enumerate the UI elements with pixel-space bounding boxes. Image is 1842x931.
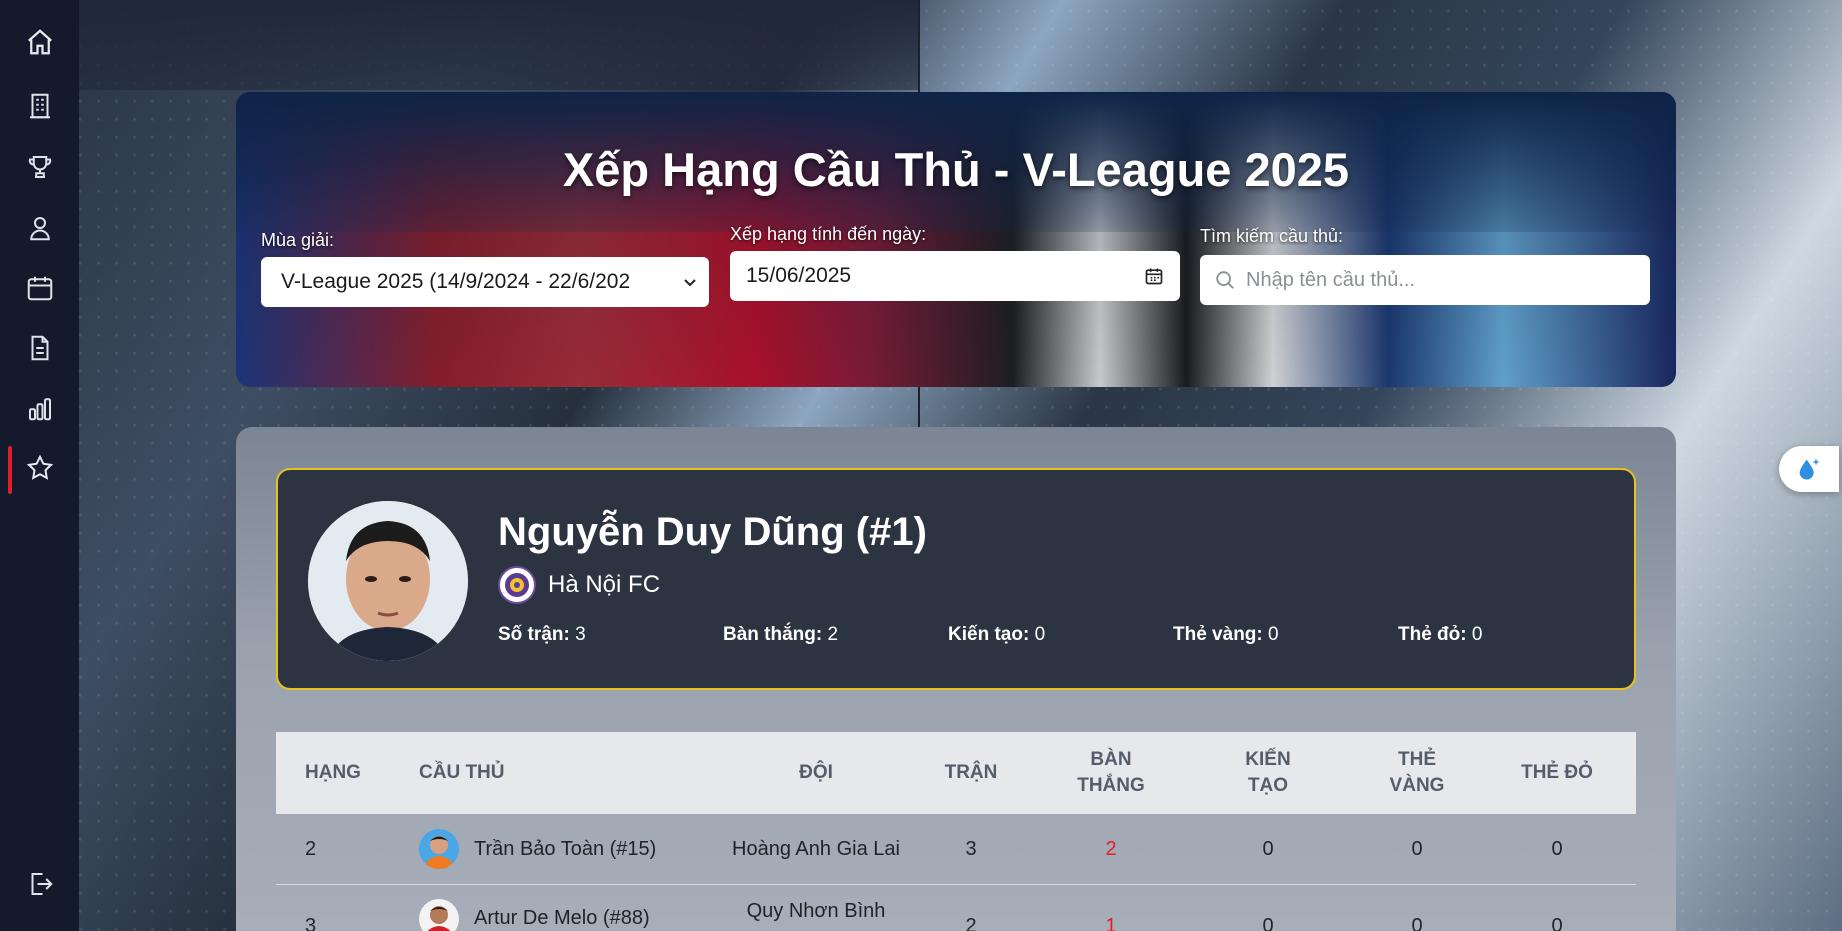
row-assists: 0 bbox=[1262, 915, 1274, 931]
row-assists: 0 bbox=[1262, 838, 1274, 860]
row-rank: 3 bbox=[305, 915, 317, 931]
row-player-name[interactable]: Trần Bảo Toàn (#15) bbox=[474, 838, 656, 861]
date-value: 15/06/2025 bbox=[746, 264, 852, 287]
stat-red-cards: Thẻ đỏ: 0 bbox=[1398, 624, 1483, 645]
top-player-name: Nguyễn Duy Dũng (#1) bbox=[498, 510, 927, 554]
table-row[interactable]: 2 Trần Bảo Toàn (#15) Hoàng Anh Gia Lai … bbox=[276, 814, 1636, 885]
season-value: V-League 2025 (14/9/2024 - 22/6/202 bbox=[281, 270, 631, 293]
search-label: Tìm kiếm cầu thủ: bbox=[1200, 226, 1344, 246]
nav-clubs[interactable] bbox=[0, 80, 79, 132]
nav-tournaments[interactable] bbox=[0, 141, 79, 193]
calendar-picker-icon[interactable] bbox=[1144, 266, 1164, 286]
document-icon bbox=[31, 335, 48, 361]
player-search-input[interactable]: Nhập tên cầu thủ... bbox=[1200, 255, 1650, 305]
col-assists[interactable]: KIẾN TẠO bbox=[1213, 747, 1323, 799]
stat-matches: Số trận: 3 bbox=[498, 624, 586, 645]
col-yellow-cards[interactable]: THẺ VÀNG bbox=[1362, 747, 1472, 799]
top-player-team: Hà Nội FC bbox=[498, 566, 660, 604]
logout-icon bbox=[31, 873, 53, 895]
season-select[interactable]: V-League 2025 (14/9/2024 - 22/6/202 bbox=[261, 257, 709, 307]
player-avatar bbox=[419, 899, 459, 931]
nav-reports[interactable] bbox=[0, 322, 79, 374]
col-goals[interactable]: BÀN THẮNG bbox=[1056, 747, 1166, 799]
row-yellow-cards: 0 bbox=[1411, 838, 1423, 860]
date-input[interactable]: 15/06/2025 bbox=[730, 251, 1180, 301]
row-goals: 2 bbox=[1105, 838, 1117, 860]
nav-player-ranking[interactable] bbox=[0, 442, 79, 494]
row-matches: 2 bbox=[965, 915, 977, 931]
home-icon bbox=[27, 29, 52, 55]
trophy-icon bbox=[28, 156, 51, 178]
player-avatar bbox=[419, 829, 459, 869]
nav-players[interactable] bbox=[0, 202, 79, 254]
chevron-down-icon bbox=[684, 279, 696, 287]
row-yellow-cards: 0 bbox=[1411, 915, 1423, 931]
top-player-avatar bbox=[308, 501, 468, 661]
top-player-card[interactable] bbox=[276, 468, 1636, 690]
stat-goals: Bàn thắng: 2 bbox=[723, 624, 839, 645]
row-player-name[interactable]: Artur De Melo (#88) bbox=[474, 907, 650, 930]
background-shade bbox=[79, 0, 919, 90]
col-player[interactable]: CẦU THỦ bbox=[419, 760, 539, 786]
hero-banner: Xếp Hạng Cầu Thủ - V-League 2025 Mùa giả… bbox=[236, 92, 1676, 387]
nav-logout[interactable] bbox=[0, 858, 79, 910]
nav-standings[interactable] bbox=[0, 382, 79, 434]
nav-home[interactable] bbox=[0, 16, 79, 68]
stat-yellow-cards: Thẻ vàng: 0 bbox=[1173, 624, 1279, 645]
team-logo bbox=[498, 566, 536, 604]
star-icon bbox=[26, 454, 53, 480]
col-rank[interactable]: HẠNG bbox=[305, 760, 365, 786]
calendar-icon bbox=[27, 276, 52, 301]
building-icon bbox=[29, 93, 50, 119]
season-label: Mùa giải: bbox=[261, 230, 335, 250]
user-icon bbox=[29, 217, 50, 241]
ranking-table-header: HẠNG CẦU THỦ ĐỘI TRẬN BÀN THẮNG KIẾN TẠO T… bbox=[276, 732, 1636, 814]
water-drop-icon bbox=[1799, 458, 1820, 480]
table-row[interactable]: 3 Artur De Melo (#88) Quy Nhơn Bình 2 1 … bbox=[276, 885, 1636, 931]
top-player-team-name: Hà Nội FC bbox=[548, 571, 661, 598]
row-team: Quy Nhơn Bình bbox=[746, 900, 886, 922]
date-label: Xếp hạng tính đến ngày: bbox=[730, 224, 927, 244]
bar-chart-icon bbox=[28, 398, 51, 421]
row-team: Hoàng Anh Gia Lai bbox=[732, 838, 900, 860]
row-red-cards: 0 bbox=[1551, 915, 1563, 931]
sidebar bbox=[0, 0, 79, 931]
row-goals: 1 bbox=[1105, 915, 1117, 931]
stat-assists: Kiến tạo: 0 bbox=[948, 624, 1046, 645]
page-title: Xếp Hạng Cầu Thủ - V-League 2025 bbox=[562, 143, 1350, 196]
col-team[interactable]: ĐỘI bbox=[756, 760, 876, 786]
nav-schedule[interactable] bbox=[0, 262, 79, 314]
row-matches: 3 bbox=[965, 838, 977, 860]
col-matches[interactable]: TRẬN bbox=[916, 760, 1026, 786]
row-red-cards: 0 bbox=[1551, 838, 1563, 860]
floating-widget-button[interactable] bbox=[1779, 446, 1839, 492]
search-placeholder: Nhập tên cầu thủ... bbox=[1246, 268, 1416, 291]
search-icon bbox=[1216, 271, 1234, 289]
row-rank: 2 bbox=[305, 838, 317, 860]
col-red-cards[interactable]: THẺ ĐỎ bbox=[1492, 760, 1622, 786]
